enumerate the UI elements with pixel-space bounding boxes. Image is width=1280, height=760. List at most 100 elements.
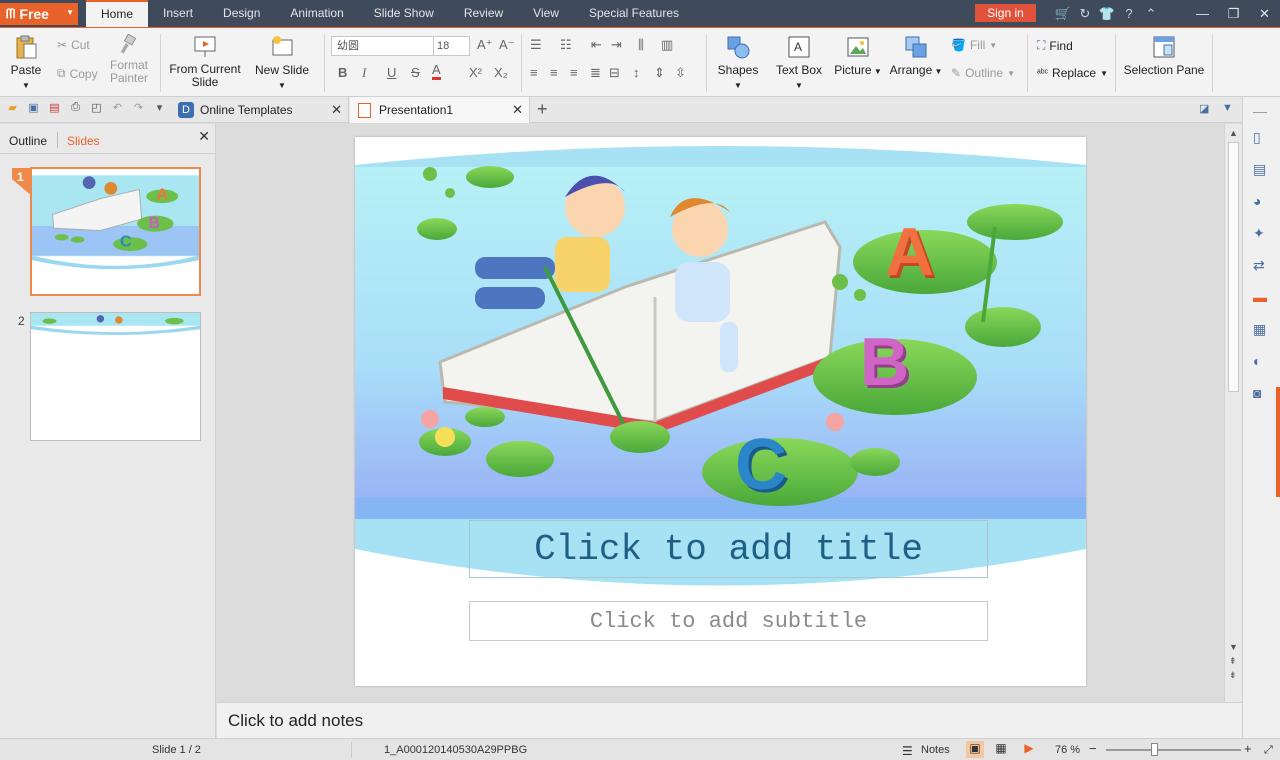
text-box-button[interactable]: A Text Box ▼ [772,34,826,91]
bold-icon[interactable]: B [338,65,347,80]
outline-button[interactable]: ✎ Outline ▼ [951,66,1015,80]
undo-icon[interactable]: ↶ [109,101,126,118]
skin-icon[interactable]: 👕 [1096,6,1118,22]
tab-online-templates[interactable]: D Online Templates ✕ [170,97,349,123]
shape-format-icon[interactable]: ◐ [1253,353,1261,369]
close-tab-icon[interactable]: ✕ [512,102,523,118]
open-folder-icon[interactable]: ▰ [4,101,21,118]
new-slide-button[interactable]: New Slide ▼ [251,34,313,91]
print-icon[interactable]: ⎙ [67,101,84,118]
increase-indent-icon[interactable]: ⇥ [611,37,622,53]
cart-icon[interactable]: 🛒 [1052,6,1074,22]
next-slide-icon[interactable]: ⇟ [1229,670,1237,681]
line-spacing-icon[interactable]: ↕ [633,65,640,80]
notes-toggle-icon[interactable]: ☰ [902,744,913,758]
paste-button[interactable]: Paste ▼ [8,34,44,91]
close-icon[interactable]: ✕ [1249,6,1280,22]
tab-view[interactable]: View [518,0,574,27]
paragraph-spacing-icon[interactable]: ⇕ [654,65,665,81]
copy-button[interactable]: ⧉ Copy [57,66,98,81]
sidebar-expand-handle[interactable] [1276,387,1280,497]
fit-window-icon[interactable]: ⤢ [1264,744,1273,757]
align-right-icon[interactable]: ≡ [570,65,578,80]
close-tab-icon[interactable]: ✕ [331,102,342,118]
slide-thumbnail-2[interactable] [30,312,201,441]
customize-toolbar-icon[interactable]: ▾ [151,101,168,118]
subscript-icon[interactable]: X₂ [494,65,508,80]
tab-menu-icon[interactable]: ▼ [1222,102,1233,114]
columns-icon[interactable]: ▥ [661,37,673,53]
backup-icon[interactable]: ◙ [1253,385,1261,401]
format-painter-button[interactable]: Format Painter [108,34,150,85]
zoom-slider-track[interactable] [1106,749,1241,751]
comment-icon[interactable]: ▬ [1253,289,1267,305]
distribute-icon[interactable]: ⊟ [609,65,620,81]
transition-icon[interactable]: ⇄ [1253,257,1265,274]
spacing-options-icon[interactable]: ⇳ [675,65,686,81]
superscript-icon[interactable]: X² [469,65,482,80]
tab-slide-show[interactable]: Slide Show [359,0,449,27]
new-document-icon[interactable]: ▯ [1253,129,1261,146]
export-pdf-icon[interactable]: ▤ [46,101,63,118]
shrink-font-icon[interactable]: A⁻ [499,37,515,53]
tab-design[interactable]: Design [208,0,275,27]
sidebar-collapse-icon[interactable]: — [1253,103,1267,119]
strikethrough-icon[interactable]: S [411,65,420,80]
notes-pane[interactable]: Click to add notes [217,702,1242,738]
scroll-up-icon[interactable]: ▲ [1229,128,1238,138]
app-menu-button[interactable]: ᗰ Free ▼ [0,2,78,25]
justify-icon[interactable]: ≣ [590,65,601,81]
animation-icon[interactable]: ✦ [1253,225,1265,242]
print-preview-icon[interactable]: ◰ [88,101,105,118]
arrange-button[interactable]: Arrange ▼ [889,34,943,77]
shapes-button[interactable]: Shapes ▼ [714,34,762,91]
selection-pane-button[interactable]: Selection Pane [1122,34,1206,77]
design-icon[interactable]: ◕ [1253,193,1261,209]
italic-icon[interactable]: I [362,65,366,81]
redo-icon[interactable]: ↷ [130,101,147,118]
fill-button[interactable]: 🪣 Fill ▼ [951,38,997,52]
zoom-in-icon[interactable]: + [1244,741,1252,756]
zoom-level[interactable]: 76 % [1055,744,1080,756]
from-current-slide-button[interactable]: From Current Slide [168,34,242,89]
replace-button[interactable]: ᵃᵇᶜ Replace ▼ [1037,66,1108,80]
font-size-select[interactable]: 18 [433,36,470,56]
previous-slide-icon[interactable]: ⇞ [1229,656,1237,667]
properties-icon[interactable]: ▦ [1253,321,1266,338]
normal-view-icon[interactable]: ▣ [966,741,984,758]
cut-button[interactable]: ✂ Cut [57,38,90,52]
layout-icon[interactable]: ▤ [1253,161,1266,178]
bullets-icon[interactable]: ☰ [530,37,542,53]
notes-toggle-label[interactable]: Notes [921,744,950,756]
slide-thumbnail-1[interactable]: A B C [30,167,201,296]
collapse-ribbon-icon[interactable]: ⌃ [1140,6,1162,22]
tab-animation[interactable]: Animation [275,0,358,27]
tab-insert[interactable]: Insert [148,0,208,27]
save-icon[interactable]: ▣ [25,101,42,118]
font-name-select[interactable]: 幼圆 [331,36,434,56]
tab-outline[interactable]: Outline [9,134,47,148]
tab-presentation[interactable]: Presentation1 ✕ [350,97,530,123]
underline-icon[interactable]: U [387,65,396,80]
slideshow-view-icon[interactable]: ▶ [1020,741,1038,758]
numbering-icon[interactable]: ☷ [560,37,572,53]
grow-font-icon[interactable]: A⁺ [477,37,493,53]
sign-in-button[interactable]: Sign in [975,4,1036,22]
restore-icon[interactable]: ❐ [1218,6,1249,22]
tab-slides[interactable]: Slides [67,134,100,148]
align-left-icon[interactable]: ≡ [530,65,538,80]
tab-home[interactable]: Home [86,0,149,27]
current-slide[interactable]: A B C Click to add title Click to add su… [355,137,1086,686]
subtitle-placeholder[interactable]: Click to add subtitle [469,601,988,641]
minimize-icon[interactable]: — [1187,6,1218,21]
picture-button[interactable]: Picture ▼ [834,34,882,77]
zoom-out-icon[interactable]: − [1089,741,1097,756]
title-placeholder[interactable]: Click to add title [469,520,988,578]
refresh-icon[interactable]: ↻ [1074,6,1096,22]
minimize-pane-icon[interactable]: ◪ [1199,102,1209,115]
zoom-slider-handle[interactable] [1151,743,1158,756]
text-direction-icon[interactable]: ⫼ [638,37,644,53]
slide-sorter-icon[interactable]: ▦ [992,741,1010,758]
tab-review[interactable]: Review [449,0,518,27]
close-pane-icon[interactable]: ✕ [198,128,210,145]
